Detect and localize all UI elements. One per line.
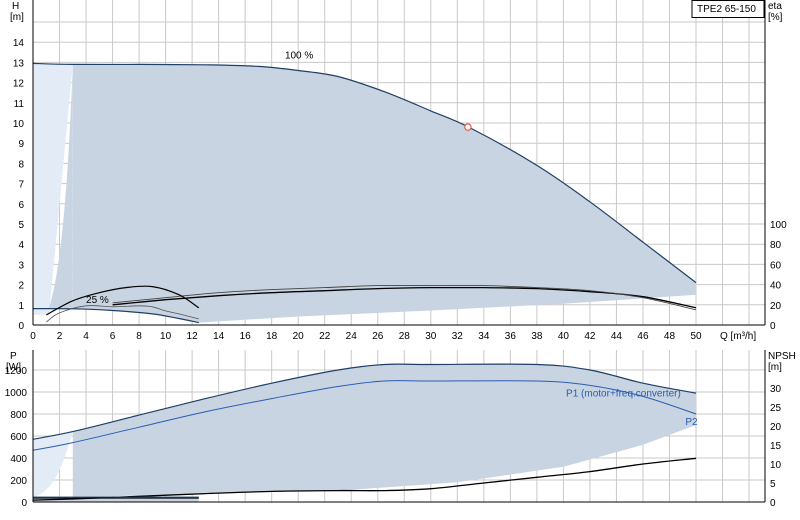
npsh-tick-label: 30 — [770, 384, 782, 395]
npsh-tick-label: 10 — [770, 460, 782, 471]
operating-area-layer — [33, 63, 697, 502]
area-low-flow-strip-bottom — [33, 431, 73, 498]
x-tick-label: 0 — [30, 331, 36, 342]
x-tick-label: 36 — [505, 331, 517, 342]
x-tick-label: 2 — [57, 331, 63, 342]
duty-point — [464, 123, 472, 131]
y-left-tick-label: 9 — [18, 139, 24, 150]
y-left-tick-label: 3 — [18, 260, 24, 271]
npsh-tick-label: 5 — [770, 479, 776, 490]
p-tick-label: 1000 — [5, 388, 28, 399]
p-tick-label: 800 — [10, 410, 27, 421]
y-left-tick-label: 14 — [13, 38, 25, 49]
y-left-tick-label: 4 — [18, 240, 24, 251]
npsh-axis-unit: [m] — [768, 362, 782, 373]
y-left-tick-label: 10 — [13, 119, 25, 130]
x-tick-label: 44 — [611, 331, 623, 342]
x-tick-label: 48 — [664, 331, 676, 342]
x-tick-label: 16 — [240, 331, 252, 342]
x-tick-label: 8 — [136, 331, 142, 342]
x-tick-label: 42 — [584, 331, 596, 342]
p-axis-unit: [W] — [6, 362, 21, 373]
p-axis-label: P — [10, 351, 17, 362]
y-right-tick-label: 20 — [770, 301, 782, 312]
x-tick-label: 14 — [213, 331, 225, 342]
p-tick-label: 0 — [21, 498, 27, 509]
x-tick-label: 18 — [266, 331, 278, 342]
p-tick-label: 400 — [10, 454, 27, 465]
x-tick-label: 38 — [531, 331, 543, 342]
y-left-tick-label: 7 — [18, 180, 24, 191]
y-right-tick-label: 100 — [770, 220, 787, 231]
y-left-axis-unit: [m] — [10, 12, 24, 23]
x-tick-label: 30 — [425, 331, 437, 342]
chart-svg: 0 2 4 6 8 10 12 14 16 18 20 22 24 26 28 30 32 34 36 38 40 42 4… — [5, 0, 796, 509]
x-tick-label: 28 — [399, 331, 411, 342]
x-tick-label: 40 — [558, 331, 570, 342]
y-right-tick-label: 80 — [770, 240, 782, 251]
x-axis-label: Q [m³/h] — [720, 331, 756, 342]
power-annotation: P1 (motor+freq.converter) — [566, 388, 681, 399]
x-tick-label: 4 — [83, 331, 89, 342]
y-right-tick-label: 40 — [770, 281, 782, 292]
y-right-tick-label: 60 — [770, 260, 782, 271]
x-tick-label: 26 — [372, 331, 384, 342]
npsh-tick-label: 0 — [770, 498, 776, 509]
npsh-tick-label: 15 — [770, 441, 782, 452]
y-left-tick-label: 8 — [18, 159, 24, 170]
power-annotation: P2 — [685, 417, 698, 428]
x-tick-label: 20 — [293, 331, 305, 342]
operating-area-bottom — [72, 364, 697, 498]
y-right-tick-label: 0 — [770, 321, 776, 332]
p-tick-label: 200 — [10, 476, 27, 487]
y-left-tick-label: 1 — [18, 301, 24, 312]
p-tick-label: 600 — [10, 432, 27, 443]
y-left-tick-label: 2 — [18, 281, 24, 292]
model-label: TPE2 65-150 — [697, 4, 756, 15]
y-left-tick-label: 11 — [14, 99, 25, 110]
y-right-axis-label: eta — [768, 1, 782, 12]
npsh-axis-label: NPSH — [768, 351, 796, 362]
y-left-axis-label: H — [12, 1, 19, 12]
y-left-tick-label: 5 — [18, 220, 24, 231]
x-tick-label: 10 — [160, 331, 172, 342]
x-tick-label: 24 — [346, 331, 358, 342]
npsh-tick-label: 20 — [770, 422, 782, 433]
x-tick-label: 34 — [478, 331, 490, 342]
npsh-tick-label: 25 — [770, 403, 782, 414]
pump-performance-chart: 0 2 4 6 8 10 12 14 16 18 20 22 24 26 28 30 32 34 36 38 40 42 4… — [0, 0, 800, 520]
x-tick-label: 6 — [110, 331, 116, 342]
x-tick-label: 50 — [690, 331, 702, 342]
y-left-tick-label: 13 — [13, 58, 25, 69]
x-tick-label: 46 — [637, 331, 649, 342]
y-right-axis-unit: [%] — [768, 12, 783, 23]
x-tick-label: 12 — [187, 331, 199, 342]
speed-annotation: 100 % — [285, 50, 313, 61]
y-left-tick-label: 6 — [18, 200, 24, 211]
y-left-tick-label: 0 — [18, 321, 24, 332]
x-tick-label: 32 — [452, 331, 464, 342]
y-left-tick-label: 12 — [13, 79, 25, 90]
x-tick-label: 22 — [319, 331, 331, 342]
operating-area-top — [33, 63, 696, 323]
speed-annotation: 25 % — [86, 295, 109, 306]
